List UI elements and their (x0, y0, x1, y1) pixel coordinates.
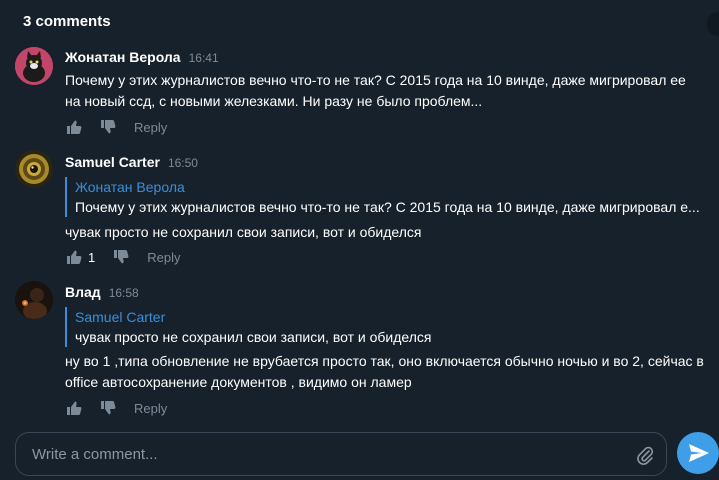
thumbs-up-icon[interactable] (66, 400, 82, 416)
comment-actions: 1 Reply (66, 247, 180, 267)
eye-avatar[interactable] (15, 150, 53, 188)
reply-button[interactable]: Reply (147, 250, 180, 265)
comment-author[interactable]: Влад 16:58 (65, 284, 139, 300)
author-name[interactable]: Влад (65, 284, 101, 300)
thumbs-up-icon[interactable] (66, 249, 82, 265)
comment-time: 16:41 (188, 51, 219, 65)
dark-figure-avatar[interactable] (15, 281, 53, 319)
comment-composer (15, 432, 667, 476)
comments-header: 3 comments (0, 0, 719, 42)
quote-text: чувак просто не сохранил свои записи, во… (75, 329, 432, 345)
send-icon (689, 444, 709, 462)
comment-actions: Reply (66, 398, 167, 418)
quote-author: Samuel Carter (75, 309, 166, 325)
reply-quote[interactable]: Samuel Carter чувак просто не сохранил с… (65, 307, 715, 347)
thumbs-down-icon[interactable] (100, 119, 116, 135)
comment-text: ну во 1 ,типа обновление не врубается пр… (65, 353, 704, 390)
comment-author[interactable]: Жонатан Верола 16:41 (65, 49, 219, 65)
comment-actions: Reply (66, 117, 167, 137)
comment-text: чувак просто не сохранил свои записи, во… (65, 224, 422, 240)
author-name[interactable]: Samuel Carter (65, 154, 160, 170)
thumbs-down-icon[interactable] (113, 249, 129, 265)
comments-count-title: 3 comments (23, 13, 111, 30)
reply-button[interactable]: Reply (134, 120, 167, 135)
comment-text: Почему у этих журналистов вечно что-то н… (65, 72, 686, 109)
thumbs-up-icon[interactable] (66, 119, 82, 135)
send-button[interactable] (677, 432, 719, 474)
comment-author[interactable]: Samuel Carter 16:50 (65, 154, 198, 170)
comment-time: 16:58 (108, 286, 139, 300)
reply-button[interactable]: Reply (134, 401, 167, 416)
header-edge-shadow (707, 12, 719, 36)
reply-quote[interactable]: Жонатан Верола Почему у этих журналистов… (65, 177, 715, 217)
like-count: 1 (88, 249, 96, 265)
quote-text: Почему у этих журналистов вечно что-то н… (75, 199, 700, 215)
comment-input[interactable] (32, 443, 622, 465)
author-name[interactable]: Жонатан Верола (65, 49, 181, 65)
comment-time: 16:50 (167, 156, 198, 170)
thumbs-down-icon[interactable] (100, 400, 116, 416)
paperclip-icon[interactable] (636, 445, 654, 465)
cat-avatar[interactable] (15, 47, 53, 85)
quote-author: Жонатан Верола (75, 179, 185, 195)
